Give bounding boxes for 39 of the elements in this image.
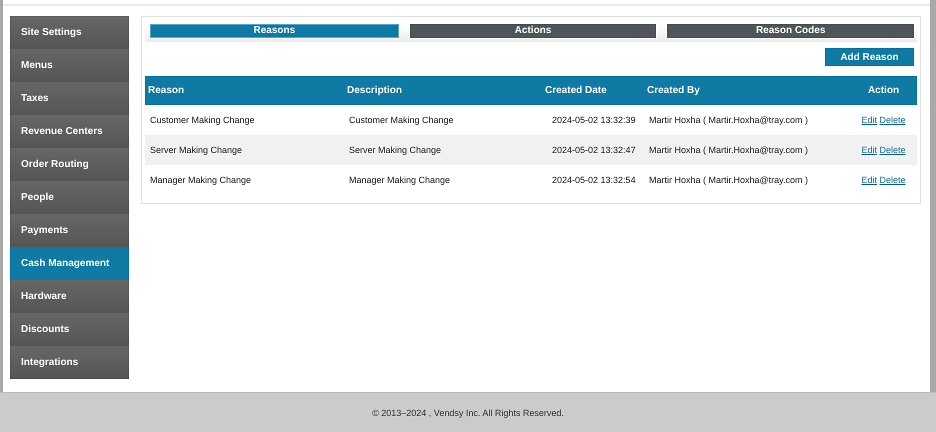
delete-link[interactable]: Delete xyxy=(880,145,906,155)
sidebar-item[interactable]: Menus xyxy=(10,49,129,82)
sidebar-item[interactable]: Hardware xyxy=(10,280,129,313)
tab[interactable]: Actions xyxy=(410,24,656,38)
column-header: Reason xyxy=(145,76,344,105)
edit-link[interactable]: Edit xyxy=(861,145,877,155)
sidebar-item[interactable]: Discounts xyxy=(10,313,129,346)
table-cell: Manager Making Change xyxy=(344,165,542,195)
sidebar-item[interactable]: Cash Management xyxy=(10,247,129,280)
edit-link[interactable]: Edit xyxy=(861,115,877,125)
sidebar-item[interactable]: Order Routing xyxy=(10,148,129,181)
tab[interactable]: Reasons xyxy=(150,24,399,38)
sidebar-item[interactable]: Payments xyxy=(10,214,129,247)
sidebar-item[interactable]: Integrations xyxy=(10,346,129,379)
table-cell: Server Making Change xyxy=(145,135,344,165)
tab[interactable]: Reason Codes xyxy=(667,24,914,38)
table-cell: Customer Making Change xyxy=(145,105,344,135)
table-cell: 2024-05-02 13:32:39 xyxy=(542,105,644,135)
table-cell: Martir Hoxha ( Martir.Hoxha@tray.com ) xyxy=(644,165,850,195)
edit-link[interactable]: Edit xyxy=(861,175,877,185)
table-cell: Customer Making Change xyxy=(344,105,542,135)
column-header: Description xyxy=(344,76,542,105)
column-header: Created Date xyxy=(542,76,644,105)
sidebar-item[interactable]: Revenue Centers xyxy=(10,115,129,148)
sidebar-item[interactable]: Site Settings xyxy=(10,16,129,49)
table-cell: Manager Making Change xyxy=(145,165,344,195)
copyright-text: © 2013–2024 , Vendsy Inc. All Rights Reserved. xyxy=(372,408,564,418)
delete-link[interactable]: Delete xyxy=(880,175,906,185)
sidebar-item[interactable]: Taxes xyxy=(10,82,129,115)
column-header: Action xyxy=(850,76,917,105)
table-cell: Martir Hoxha ( Martir.Hoxha@tray.com ) xyxy=(644,135,850,165)
table-cell: Server Making Change xyxy=(344,135,542,165)
table-cell: 2024-05-02 13:32:47 xyxy=(542,135,644,165)
sidebar-item[interactable]: People xyxy=(10,181,129,214)
delete-link[interactable]: Delete xyxy=(880,115,906,125)
add-reason-button[interactable]: Add Reason xyxy=(825,48,914,66)
column-header: Created By xyxy=(644,76,850,105)
table-cell: Martir Hoxha ( Martir.Hoxha@tray.com ) xyxy=(644,105,850,135)
table-cell: 2024-05-02 13:32:54 xyxy=(542,165,644,195)
